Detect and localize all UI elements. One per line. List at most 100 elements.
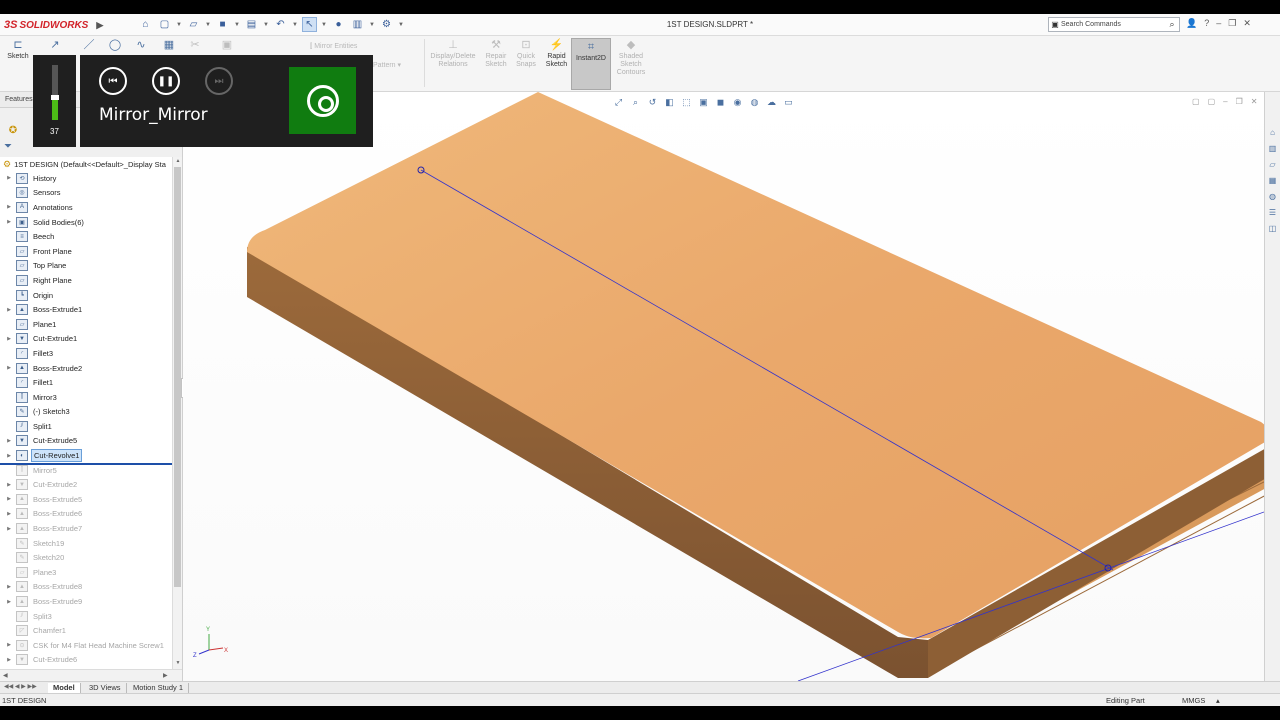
tree-item[interactable]: ◎ Sensors	[0, 186, 172, 201]
tree-item[interactable]: ▶ ▲ Boss-Extrude9	[0, 594, 172, 609]
convert-entities-button[interactable]: ▣	[218, 38, 236, 53]
instant2d-button[interactable]: ⌗ Instant2D	[571, 38, 611, 90]
circle-button[interactable]: ◯	[106, 38, 124, 53]
view-settings-icon[interactable]: ▭	[782, 96, 795, 109]
expand-arrow-icon[interactable]: ▶	[4, 336, 14, 342]
expand-arrow-icon[interactable]: ▶	[4, 365, 14, 371]
hide-show-items-icon[interactable]: ◉	[731, 96, 744, 109]
viewport-restore-icon[interactable]: ❐	[1236, 97, 1243, 106]
filter-icon[interactable]: ⏷	[4, 141, 12, 152]
tree-vertical-scrollbar[interactable]: ▲ ▼	[172, 157, 182, 669]
tree-item[interactable]: ⫽ Split3	[0, 609, 172, 624]
tree-item[interactable]: ◜ Fillet1	[0, 375, 172, 390]
tree-item[interactable]: ▶ ⟲ History	[0, 171, 172, 186]
tree-item[interactable]: ▱ Top Plane	[0, 259, 172, 274]
forum-icon[interactable]: ◫	[1266, 222, 1279, 235]
new-dropdown-icon[interactable]: ▼	[176, 17, 182, 32]
edit-appearance-icon[interactable]: ◍	[748, 96, 761, 109]
new-document-icon[interactable]: ▢	[157, 17, 172, 32]
graphics-area[interactable]: Y X Z	[183, 92, 1264, 681]
tree-item[interactable]: ▶ ◐ Cut-Revolve1	[0, 448, 172, 463]
tree-item[interactable]: ⫽ Split1	[0, 419, 172, 434]
expand-arrow-icon[interactable]: ▶	[4, 453, 14, 459]
groove-music-tile[interactable]	[289, 67, 356, 134]
tree-item[interactable]: ▶ ▲ Boss-Extrude2	[0, 361, 172, 376]
feature-manager-design-tree-icon[interactable]: ✪	[6, 123, 20, 137]
rebuild-icon[interactable]: ●	[331, 17, 346, 32]
help-icon[interactable]: ?	[1204, 18, 1209, 29]
sketch-button[interactable]: ⊏ Sketch	[6, 38, 30, 61]
mirror-entities-button[interactable]: ⫿ Mirror Entities	[310, 43, 357, 51]
tab-model[interactable]: Model	[48, 683, 81, 693]
file-explorer-icon[interactable]: ▱	[1266, 158, 1279, 171]
expand-arrow-icon[interactable]: ▶	[4, 511, 14, 517]
tree-item[interactable]: ▶ A Annotations	[0, 200, 172, 215]
shaded-sketch-contours-button[interactable]: ◆ Shaded Sketch Contours	[614, 38, 648, 77]
display-style-icon[interactable]: ◼	[714, 96, 727, 109]
apply-scene-icon[interactable]: ☁	[765, 96, 778, 109]
tab-features[interactable]: Features	[5, 96, 33, 103]
section-view-icon[interactable]: ◧	[663, 96, 676, 109]
units-dropdown-icon[interactable]: ▴	[1216, 696, 1220, 705]
rapid-sketch-button[interactable]: ⚡ Rapid Sketch	[543, 38, 570, 69]
search-icon[interactable]: ⌕	[1165, 19, 1179, 30]
scroll-up-icon[interactable]: ▲	[174, 158, 182, 164]
viewport-minimize-icon[interactable]: –	[1223, 97, 1227, 106]
quick-snaps-button[interactable]: ⊡ Quick Snaps	[514, 38, 538, 69]
open-icon[interactable]: ▱	[186, 17, 201, 32]
line-button[interactable]: ／	[80, 38, 98, 53]
tree-root[interactable]: ⚙ 1ST DESIGN (Default<<Default>_Display …	[3, 157, 166, 171]
search-scope-icon[interactable]: ▣	[1049, 20, 1061, 29]
print-dropdown-icon[interactable]: ▼	[263, 17, 269, 32]
tree-item[interactable]: ◸ Chamfer1	[0, 623, 172, 638]
tree-item[interactable]: ┗ Origin	[0, 288, 172, 303]
tree-horizontal-scrollbar[interactable]: ◀ ▶	[0, 669, 182, 681]
zoom-to-fit-icon[interactable]: ⤢	[612, 96, 625, 109]
minimize-icon[interactable]: –	[1216, 18, 1221, 29]
tree-item[interactable]: ▶ ▣ Solid Bodies(6)	[0, 215, 172, 230]
tree-item[interactable]: ≡ Beech	[0, 229, 172, 244]
tree-item[interactable]: ▶ ▼ Cut-Extrude1	[0, 332, 172, 347]
pause-button[interactable]: ❚❚	[152, 67, 180, 95]
expand-arrow-icon[interactable]: ▶	[4, 175, 14, 181]
viewport-tile-icon[interactable]: ▢	[1192, 97, 1200, 106]
tree-item[interactable]: ▶ ▲ Boss-Extrude6	[0, 507, 172, 522]
display-delete-relations-button[interactable]: ⊥ Display/Delete Relations	[426, 38, 480, 69]
tree-item[interactable]: ⫿ Mirror3	[0, 390, 172, 405]
expand-arrow-icon[interactable]: ▶	[4, 438, 14, 444]
print-icon[interactable]: ▤	[244, 17, 259, 32]
expand-arrow-icon[interactable]: ▶	[4, 642, 14, 648]
expand-arrow-icon[interactable]: ▶	[4, 599, 14, 605]
scroll-left-icon[interactable]: ◀	[3, 672, 8, 679]
file-properties-dropdown-icon[interactable]: ▼	[369, 17, 375, 32]
zoom-to-area-icon[interactable]: ⌕	[629, 96, 642, 109]
expand-arrow-icon[interactable]: ▶	[4, 482, 14, 488]
status-units[interactable]: MMGS	[1182, 696, 1205, 705]
select-icon[interactable]: ↖	[302, 17, 317, 32]
appearances-icon[interactable]: ◍	[1266, 190, 1279, 203]
dynamic-annotation-icon[interactable]: ⬚	[680, 96, 693, 109]
scroll-down-icon[interactable]: ▼	[174, 660, 182, 666]
tree-item[interactable]: ✎ Sketch20	[0, 550, 172, 565]
expand-arrow-icon[interactable]: ▶	[4, 219, 14, 225]
custom-properties-icon[interactable]: ☰	[1266, 206, 1279, 219]
tab-motion-study[interactable]: Motion Study 1	[128, 683, 190, 693]
pattern-button[interactable]: Pattern ▾	[373, 61, 401, 69]
tree-item[interactable]: ▶ ▼ Cut-Extrude2	[0, 477, 172, 492]
restore-icon[interactable]: ❐	[1228, 18, 1236, 29]
save-dropdown-icon[interactable]: ▼	[234, 17, 240, 32]
expand-arrow-icon[interactable]: ▶	[4, 657, 14, 663]
undo-dropdown-icon[interactable]: ▼	[292, 17, 298, 32]
previous-view-icon[interactable]: ↺	[646, 96, 659, 109]
tree-item[interactable]: ▶ ▲ Boss-Extrude1	[0, 302, 172, 317]
volume-knob[interactable]	[51, 95, 59, 100]
view-orientation-icon[interactable]: ▣	[697, 96, 710, 109]
open-dropdown-icon[interactable]: ▼	[205, 17, 211, 32]
home-icon[interactable]: ⌂	[138, 17, 153, 32]
spline-button[interactable]: ∿	[132, 38, 150, 53]
viewport-close-icon[interactable]: ✕	[1251, 97, 1258, 106]
scroll-right-icon[interactable]: ▶	[163, 672, 168, 679]
previous-track-button[interactable]: ⏮	[99, 67, 127, 95]
user-icon[interactable]: 👤	[1186, 18, 1197, 29]
tree-item[interactable]: ▱ Front Plane	[0, 244, 172, 259]
